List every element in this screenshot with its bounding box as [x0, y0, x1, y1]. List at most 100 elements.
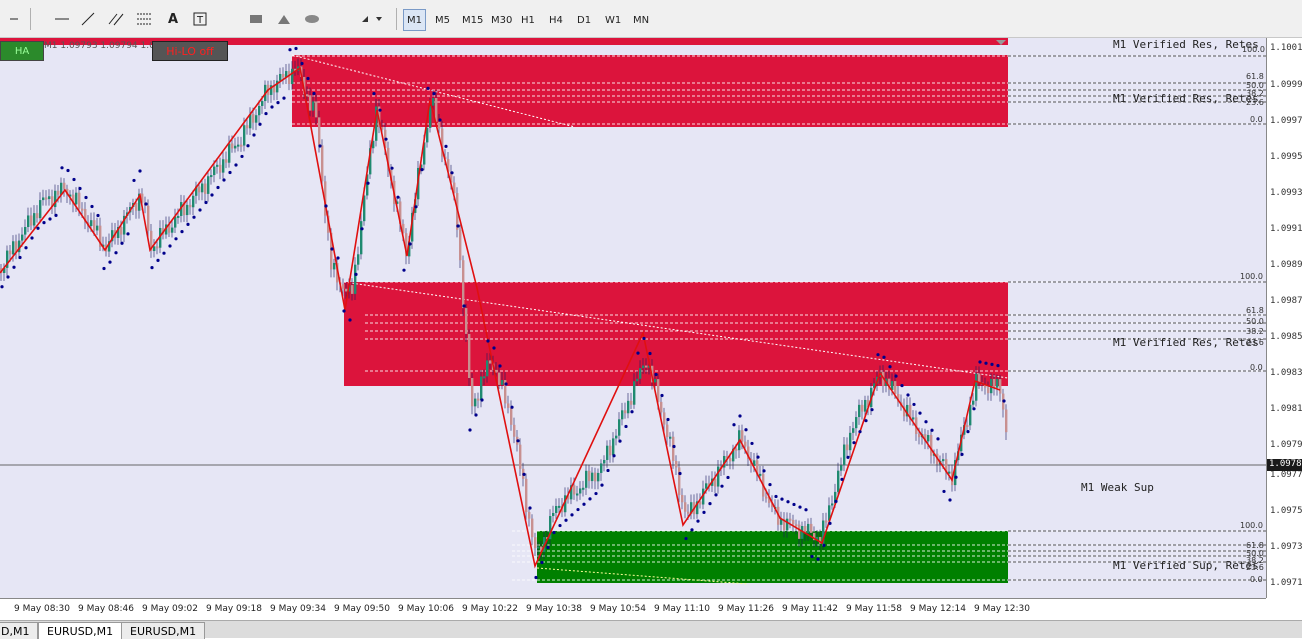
psar-dot: [996, 364, 1000, 368]
candle-body: [75, 192, 78, 205]
psar-dot: [522, 472, 526, 476]
period-m30-button[interactable]: M30: [487, 9, 516, 31]
psar-dot: [492, 346, 496, 350]
arrows-icon[interactable]: [358, 9, 386, 29]
period-h1-button[interactable]: H1: [517, 9, 539, 31]
ellipse-icon[interactable]: [302, 9, 322, 29]
candle-body: [498, 372, 501, 385]
candle-body: [459, 229, 462, 261]
text-icon[interactable]: A: [164, 9, 182, 29]
psar-dot: [648, 351, 652, 356]
candle-body: [573, 485, 576, 495]
channel-icon[interactable]: [106, 9, 126, 29]
psar-dot: [306, 76, 310, 81]
zone-label-res-top: M1 Verified Res, Retes: [1113, 38, 1259, 51]
period-m5-button[interactable]: M5: [431, 9, 454, 31]
psar-dot: [324, 204, 328, 208]
psar-dot: [258, 122, 262, 126]
candle-body: [717, 466, 720, 487]
candle-body: [306, 94, 309, 97]
support-zone: [537, 531, 1008, 583]
triangle-icon[interactable]: [274, 9, 294, 29]
horizontal-line-icon[interactable]: [52, 9, 72, 29]
candle-body: [744, 441, 747, 447]
fibonacci-icon[interactable]: [134, 9, 154, 29]
candle-body: [240, 144, 243, 147]
psar-dot: [144, 202, 148, 206]
candle-body: [213, 166, 216, 176]
time-tick-label: 9 May 12:14: [910, 604, 966, 614]
candle-body: [93, 220, 96, 231]
psar-dot: [636, 351, 640, 355]
psar-dot: [828, 521, 832, 525]
period-mn-button[interactable]: MN: [629, 9, 653, 31]
psar-dot: [276, 100, 280, 105]
psar-dot: [948, 498, 952, 502]
psar-dot: [420, 168, 424, 172]
psar-dot: [240, 154, 244, 159]
psar-dot: [774, 494, 778, 499]
rectangle-icon[interactable]: [246, 9, 266, 29]
candle-body: [678, 467, 681, 495]
hilo-toggle-button[interactable]: Hi-LO off: [152, 41, 228, 61]
svg-text:T: T: [196, 15, 204, 26]
psar-dot: [504, 382, 508, 386]
psar-dot: [798, 505, 802, 509]
period-m1-button[interactable]: M1: [403, 9, 426, 31]
psar-dot: [900, 383, 904, 388]
psar-dot: [588, 497, 592, 501]
tab-chart-3[interactable]: EURUSD,M1: [121, 622, 206, 639]
trendline-icon[interactable]: [78, 9, 98, 29]
psar-dot: [732, 423, 736, 427]
psar-dot: [486, 339, 490, 343]
candle-body: [147, 205, 150, 231]
price-tick-label: 1.09935: [1270, 188, 1302, 198]
candle-body: [669, 436, 672, 439]
psar-dot: [552, 530, 556, 535]
time-tick-label: 9 May 10:54: [590, 604, 646, 614]
candle-body: [513, 424, 516, 437]
candle-body: [735, 448, 738, 451]
psar-dot: [714, 493, 718, 497]
candle-body: [864, 399, 867, 412]
psar-dot: [858, 430, 862, 434]
tab-chart-1[interactable]: D,M1: [0, 622, 39, 639]
psar-dot: [372, 92, 376, 96]
chart-canvas[interactable]: [0, 38, 1266, 598]
candle-body: [846, 444, 849, 451]
time-axis[interactable]: 9 May 08:30 9 May 08:46 9 May 09:02 9 May 0…: [0, 598, 1266, 621]
candle-body: [621, 410, 624, 420]
text-label-icon[interactable]: T: [190, 9, 210, 29]
psar-dot: [936, 437, 940, 441]
candle-body: [351, 285, 354, 294]
period-m15-button[interactable]: M15: [458, 9, 487, 31]
time-tick-label: 9 May 09:02: [142, 604, 198, 614]
psar-dot: [378, 108, 382, 112]
candle-body: [312, 101, 315, 111]
period-w1-button[interactable]: W1: [601, 9, 625, 31]
zone-label-res-upper: M1 Verified Res, Retes: [1113, 92, 1259, 105]
price-chart[interactable]: HA M1 1.09793 1.09794 1.09781 1.0978 Hi-…: [0, 38, 1266, 598]
price-axis[interactable]: 1.10015 1.09995 1.09975 1.09955 1.09935 1.099…: [1266, 38, 1302, 598]
candle-body: [588, 470, 591, 482]
tab-chart-2[interactable]: EURUSD,M1: [38, 622, 123, 639]
candle-body: [438, 121, 441, 129]
psar-dot: [354, 272, 358, 276]
candle-body: [120, 227, 123, 235]
psar-dot: [594, 491, 598, 496]
candle-body: [810, 523, 813, 533]
psar-dot: [738, 414, 742, 418]
psar-dot: [192, 215, 196, 219]
psar-dot: [360, 227, 364, 231]
candle-body: [63, 182, 66, 189]
period-h4-button[interactable]: H4: [545, 9, 567, 31]
period-d1-button[interactable]: D1: [573, 9, 595, 31]
cursor-icon[interactable]: [4, 9, 24, 29]
candle-body: [219, 164, 222, 173]
fib-label: 61.8: [1246, 72, 1264, 81]
candle-body: [660, 401, 663, 413]
candle-body: [465, 308, 468, 334]
psar-dot: [810, 554, 814, 559]
psar-dot: [108, 260, 112, 264]
candle-body: [792, 519, 795, 525]
